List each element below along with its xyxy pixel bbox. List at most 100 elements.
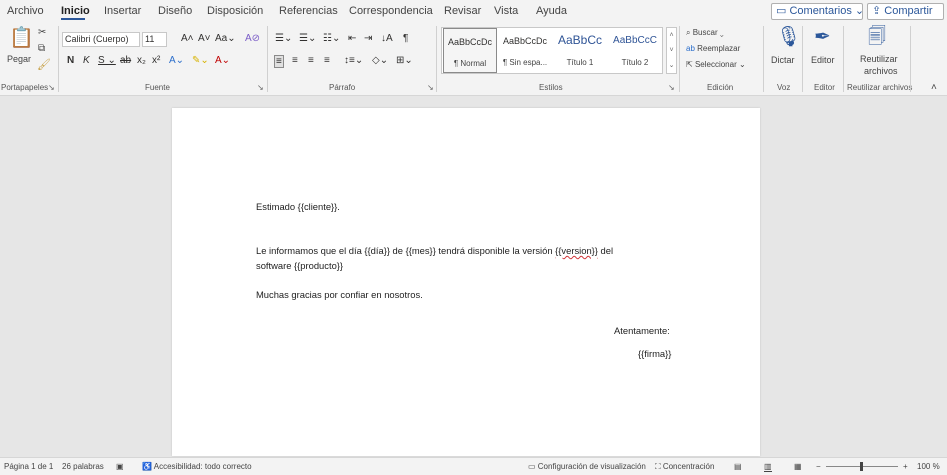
proofing-icon[interactable]: ▣ <box>116 462 124 471</box>
zoom-slider-thumb[interactable] <box>860 462 863 471</box>
style-heading-1[interactable]: AaBbCc Título 1 <box>553 28 607 73</box>
tab-disposicion[interactable]: Disposición <box>207 5 263 17</box>
group-label-clipboard: Portapapeles <box>1 83 49 92</box>
justify-icon[interactable]: ≡ <box>324 55 330 66</box>
read-mode-icon[interactable]: ▤ <box>734 462 742 471</box>
superscript-icon[interactable]: x² <box>152 55 160 66</box>
display-settings-label: Configuración de visualización <box>537 462 646 471</box>
tab-vista[interactable]: Vista <box>494 5 518 17</box>
multilevel-list-icon[interactable]: ☷⌄ <box>323 33 340 44</box>
editor-pen-icon[interactable]: ✒ <box>814 27 831 47</box>
italic-icon[interactable]: K <box>83 55 90 66</box>
editor-button-label[interactable]: Editor <box>811 55 835 65</box>
line-spacing-icon[interactable]: ↕≡⌄ <box>344 55 363 66</box>
tab-ayuda[interactable]: Ayuda <box>536 5 567 17</box>
find-button[interactable]: ⌕ Buscar ⌄ <box>686 28 724 38</box>
tab-correspondencia[interactable]: Correspondencia <box>349 5 433 17</box>
paste-button-label[interactable]: Pegar <box>7 54 31 64</box>
tab-revisar[interactable]: Revisar <box>444 5 481 17</box>
page-count[interactable]: Página 1 de 1 <box>4 462 53 471</box>
chevron-up-icon[interactable]: ˄ <box>667 28 676 43</box>
align-right-icon[interactable]: ≡ <box>308 55 314 66</box>
web-layout-icon[interactable]: ▦ <box>794 462 802 471</box>
styles-gallery-scroll[interactable]: ˄ ˅ ⌄ <box>666 27 677 74</box>
group-label-paragraph: Párrafo <box>329 83 356 92</box>
shading-icon[interactable]: ◇⌄ <box>372 55 388 66</box>
replace-button[interactable]: ab Reemplazar <box>686 44 740 53</box>
font-name-select[interactable]: Calibri (Cuerpo) <box>62 32 140 47</box>
style-sample: AaBbCcC <box>613 35 657 46</box>
style-name: Título 1 <box>566 58 594 67</box>
clipboard-launcher-icon[interactable]: ↘ <box>48 83 55 92</box>
font-size-select[interactable]: 11 <box>142 32 167 47</box>
zoom-in-icon[interactable]: + <box>903 462 908 471</box>
borders-icon[interactable]: ⊞⌄ <box>396 55 413 66</box>
reuse-files-label-1[interactable]: Reutilizar <box>860 54 898 64</box>
collapse-ribbon-icon[interactable]: ˄ <box>931 82 937 93</box>
group-divider <box>910 26 911 92</box>
doc-closing: Atentamente: <box>614 325 670 336</box>
comment-icon: ▭ <box>776 5 787 17</box>
highlight-icon[interactable]: ✎⌄ <box>192 55 209 66</box>
replace-icon: ab <box>686 44 698 53</box>
styles-launcher-icon[interactable]: ↘ <box>668 83 675 92</box>
print-layout-icon[interactable]: ▥ <box>764 462 772 472</box>
numbering-icon[interactable]: ☰⌄ <box>299 33 316 44</box>
copy-icon[interactable]: ⧉ <box>38 44 45 54</box>
style-normal[interactable]: AaBbCcDc ¶ Normal <box>443 28 497 73</box>
font-launcher-icon[interactable]: ↘ <box>257 83 264 92</box>
accessibility-status[interactable]: ♿ Accesibilidad: todo correcto <box>142 462 252 471</box>
find-label: Buscar <box>692 28 718 37</box>
active-tab-indicator <box>61 18 85 20</box>
sort-icon[interactable]: ↓A <box>381 33 393 44</box>
tab-diseno[interactable]: Diseño <box>158 5 192 17</box>
accessibility-label: Accesibilidad: todo correcto <box>153 462 252 471</box>
style-heading-2[interactable]: AaBbCcC Título 2 <box>608 28 662 73</box>
change-case-icon[interactable]: Aa⌄ <box>215 33 236 44</box>
decrease-indent-icon[interactable]: ⇤ <box>348 33 356 44</box>
underline-icon[interactable]: S ⌄ <box>98 55 116 66</box>
zoom-out-icon[interactable]: − <box>816 462 821 471</box>
format-painter-icon[interactable]: 🖌 <box>37 60 51 71</box>
shrink-font-icon[interactable]: A˅ <box>198 33 211 44</box>
strikethrough-icon[interactable]: ab <box>120 55 131 66</box>
clear-formatting-icon[interactable]: A⊘ <box>245 33 260 44</box>
focus-button[interactable]: ⛶ Concentración <box>655 462 714 472</box>
doc-body-text: del <box>597 245 614 256</box>
tab-archivo[interactable]: Archivo <box>7 5 44 17</box>
font-size-value: 11 <box>145 34 155 44</box>
microphone-icon[interactable]: 🎙 <box>776 27 801 47</box>
font-color-icon[interactable]: A⌄ <box>215 55 230 66</box>
comments-button[interactable]: ▭ Comentarios ⌄ <box>771 3 864 20</box>
doc-body-line-2: software {{producto}} <box>256 260 344 271</box>
grow-font-icon[interactable]: A˄ <box>181 33 194 44</box>
style-no-spacing[interactable]: AaBbCcDc ¶ Sin espa... <box>498 28 552 73</box>
paste-icon[interactable]: 📋 <box>9 28 34 48</box>
cut-icon[interactable]: ✂ <box>38 28 46 38</box>
tab-inicio[interactable]: Inicio <box>61 5 90 17</box>
tab-insertar[interactable]: Insertar <box>104 5 141 17</box>
style-name: ¶ Sin espa... <box>502 58 548 67</box>
increase-indent-icon[interactable]: ⇥ <box>364 33 372 44</box>
text-effects-icon[interactable]: A⌄ <box>169 55 184 66</box>
document-page[interactable]: Estimado {{cliente}}. Le informamos que … <box>172 108 760 456</box>
bullets-icon[interactable]: ☰⌄ <box>275 33 292 44</box>
tab-referencias[interactable]: Referencias <box>279 5 338 17</box>
more-styles-icon[interactable]: ⌄ <box>667 58 676 73</box>
share-button[interactable]: ⇪ Compartir <box>867 3 944 20</box>
chevron-down-icon[interactable]: ˅ <box>667 43 676 58</box>
paragraph-launcher-icon[interactable]: ↘ <box>427 83 434 92</box>
subscript-icon[interactable]: x₂ <box>137 55 146 66</box>
display-settings-button[interactable]: ▭ Configuración de visualización <box>528 462 646 471</box>
spelling-flag[interactable]: {{version}} <box>555 245 598 256</box>
select-button[interactable]: ⇱ Seleccionar ⌄ <box>686 60 746 69</box>
word-count[interactable]: 26 palabras <box>62 462 104 471</box>
bold-icon[interactable]: N <box>67 55 74 66</box>
align-left-icon[interactable]: ≡ <box>274 55 284 68</box>
align-center-icon[interactable]: ≡ <box>292 55 298 66</box>
show-formatting-icon[interactable]: ¶ <box>403 33 408 44</box>
dictate-button-label[interactable]: Dictar <box>771 55 795 65</box>
reuse-files-icon[interactable]: 🗐 <box>868 27 886 45</box>
zoom-level[interactable]: 100 % <box>917 462 940 471</box>
reuse-files-label-2[interactable]: archivos <box>864 66 898 76</box>
